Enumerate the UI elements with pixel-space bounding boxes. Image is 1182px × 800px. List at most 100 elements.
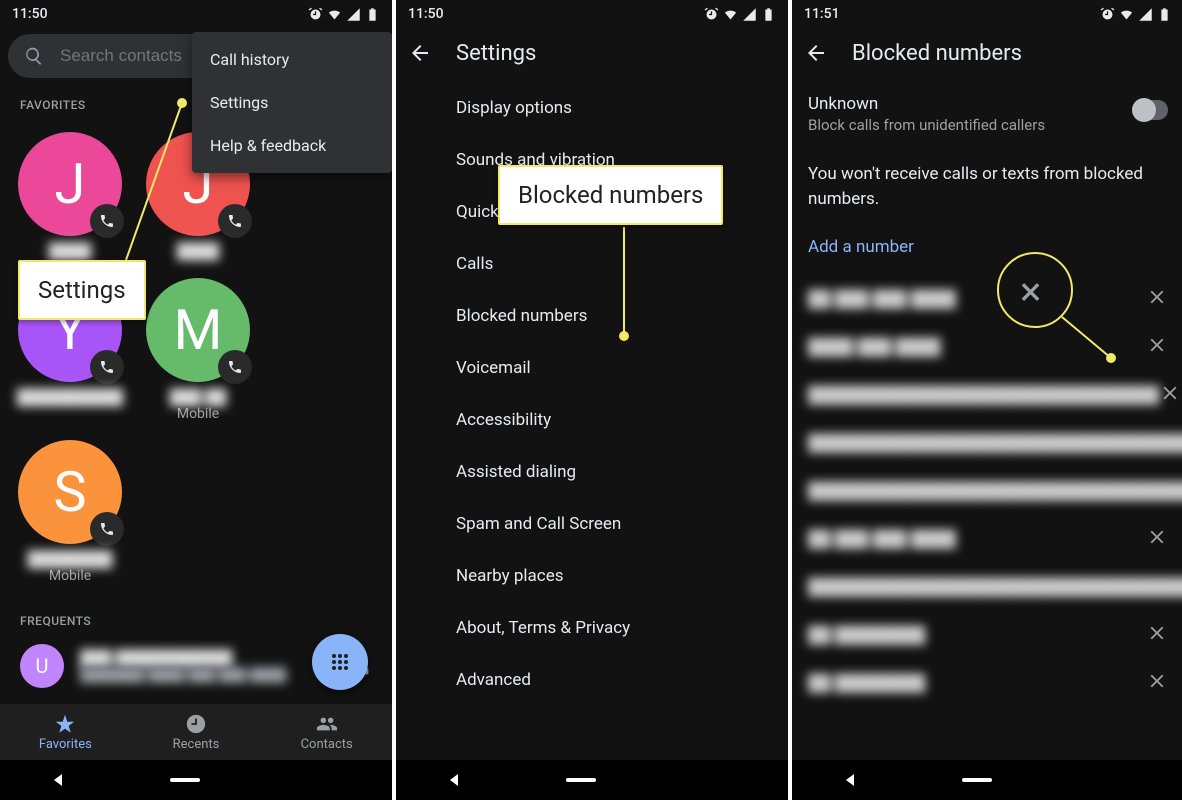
avatar: M <box>146 278 250 382</box>
add-number-button[interactable]: Add a number <box>792 219 1182 275</box>
system-nav <box>0 760 392 800</box>
unknown-toggle[interactable] <box>1132 100 1168 120</box>
nav-back[interactable] <box>846 774 854 786</box>
remove-blocked-button[interactable] <box>1146 670 1168 696</box>
remove-blocked-button[interactable] <box>1159 382 1181 408</box>
menu-item-settings[interactable]: Settings <box>192 81 392 124</box>
dialpad-icon <box>328 650 352 674</box>
remove-blocked-button[interactable] <box>1146 526 1168 552</box>
menu-item-help[interactable]: Help & feedback <box>192 124 392 167</box>
blocked-number: ██ ████████ <box>808 673 925 692</box>
settings-item[interactable]: Calls <box>396 238 788 290</box>
contact-name: ████████ <box>27 550 112 568</box>
phone-badge-icon <box>218 204 252 238</box>
app-bar: Settings <box>396 28 788 78</box>
blocked-number: ███████████████████████████████ <box>808 385 1159 404</box>
favorites-grid: J ████ J ████ Y ██████████ M ███ ██ Mobi… <box>0 118 392 600</box>
avatar: S <box>18 440 122 544</box>
blocked-number: ██ ███ ███ ████ <box>808 529 956 548</box>
nav-home[interactable] <box>170 778 200 782</box>
wifi-icon <box>327 7 342 22</box>
alarm-icon <box>1100 7 1115 22</box>
bottom-nav: Favorites Recents Contacts <box>0 704 392 760</box>
menu-item-call-history[interactable]: Call history <box>192 38 392 81</box>
status-icons <box>308 7 380 22</box>
callout-blocked: Blocked numbers <box>498 165 723 225</box>
settings-item[interactable]: Blocked numbers <box>396 290 788 342</box>
people-icon <box>316 713 338 735</box>
back-arrow-icon[interactable] <box>408 41 432 65</box>
blocked-number: ████ ███ ████ <box>808 337 941 356</box>
blocked-number-row: ██ ████████ <box>792 611 1182 659</box>
remove-blocked-button[interactable] <box>1146 622 1168 648</box>
page-title: Settings <box>456 41 536 66</box>
settings-item[interactable]: Voicemail <box>396 342 788 394</box>
unknown-subtitle: Block calls from unidentified callers <box>808 116 1045 134</box>
alarm-icon <box>308 7 323 22</box>
contact-sub: ███████ ████ ███ ███ ████ <box>80 667 286 683</box>
wifi-icon <box>723 7 738 22</box>
status-icons <box>1100 7 1172 22</box>
settings-item[interactable]: Nearby places <box>396 550 788 602</box>
blocked-number: ███████████████████████████████████ <box>808 433 1182 452</box>
blocked-number: ███████████████████████████████████ <box>808 481 1182 500</box>
settings-item[interactable]: Assisted dialing <box>396 446 788 498</box>
favorite-contact[interactable]: J ████ <box>6 124 134 270</box>
nav-home[interactable] <box>962 778 992 782</box>
contact-sub: Mobile <box>177 406 219 422</box>
blocked-info: You won't receive calls or texts from bl… <box>792 150 1182 219</box>
nav-home[interactable] <box>566 778 596 782</box>
back-arrow-icon[interactable] <box>804 41 828 65</box>
blocked-number-row: ██ ████████ <box>792 659 1182 707</box>
settings-item[interactable]: Accessibility <box>396 394 788 446</box>
phone-badge-icon <box>90 204 124 238</box>
favorite-contact[interactable]: S ████████ Mobile <box>6 432 134 594</box>
status-icons <box>704 7 776 22</box>
settings-item[interactable]: Spam and Call Screen <box>396 498 788 550</box>
phone-badge-icon <box>218 350 252 384</box>
clock-icon <box>185 713 207 735</box>
star-icon <box>54 713 76 735</box>
status-time: 11:50 <box>12 6 48 22</box>
overflow-menu: Call history Settings Help & feedback <box>192 32 392 173</box>
favorite-contact[interactable]: M ███ ██ Mobile <box>134 270 262 432</box>
blocked-number-row: ████ ███ ████ <box>792 323 1182 371</box>
blocked-list: ██ ███ ███ ████ ████ ███ ████ ██████████… <box>792 275 1182 707</box>
blocked-number-row: ███████████████████████████████████ <box>792 419 1182 467</box>
phone-screen-3: 11:51 Blocked numbers Unknown Block call… <box>792 0 1182 800</box>
remove-blocked-button[interactable] <box>1146 334 1168 360</box>
tab-favorites[interactable]: Favorites <box>0 704 131 760</box>
tab-label: Favorites <box>39 737 92 752</box>
tab-recents[interactable]: Recents <box>131 704 262 760</box>
phone-badge-icon <box>90 512 124 546</box>
blocked-number: ███████████████████████████████████ <box>808 577 1182 596</box>
tab-contacts[interactable]: Contacts <box>261 704 392 760</box>
blocked-number-row: ██ ███ ███ ████ <box>792 275 1182 323</box>
frequents-label: FREQUENTS <box>0 600 392 634</box>
contact-sub: Mobile <box>49 568 91 584</box>
settings-item[interactable]: Display options <box>396 82 788 134</box>
dialpad-fab[interactable] <box>312 634 368 690</box>
phone-screen-1: 11:50 Call history Settings Help & feedb… <box>0 0 392 800</box>
blocked-number-row: ███████████████████████████████ <box>792 371 1182 419</box>
remove-blocked-button[interactable] <box>1146 286 1168 312</box>
blocked-number-row: ██ ███ ███ ████ <box>792 515 1182 563</box>
settings-item[interactable]: Advanced <box>396 654 788 706</box>
unknown-toggle-row: Unknown Block calls from unidentified ca… <box>792 78 1182 150</box>
status-time: 11:50 <box>408 6 444 22</box>
settings-item[interactable]: About, Terms & Privacy <box>396 602 788 654</box>
phone-badge-icon <box>90 350 124 384</box>
system-nav <box>396 760 788 800</box>
unknown-title: Unknown <box>808 94 1045 114</box>
phone-screen-2: 11:50 Settings Display optionsSounds and… <box>396 0 788 800</box>
status-time: 11:51 <box>804 6 840 22</box>
battery-icon <box>1157 7 1172 22</box>
contact-name: ████ <box>49 242 92 260</box>
callout-settings: Settings <box>18 260 146 320</box>
wifi-icon <box>1119 7 1134 22</box>
blocked-number-row: ███████████████████████████████████ <box>792 563 1182 611</box>
tab-label: Contacts <box>301 737 353 752</box>
nav-back[interactable] <box>54 774 62 786</box>
tab-label: Recents <box>173 737 220 752</box>
nav-back[interactable] <box>450 774 458 786</box>
